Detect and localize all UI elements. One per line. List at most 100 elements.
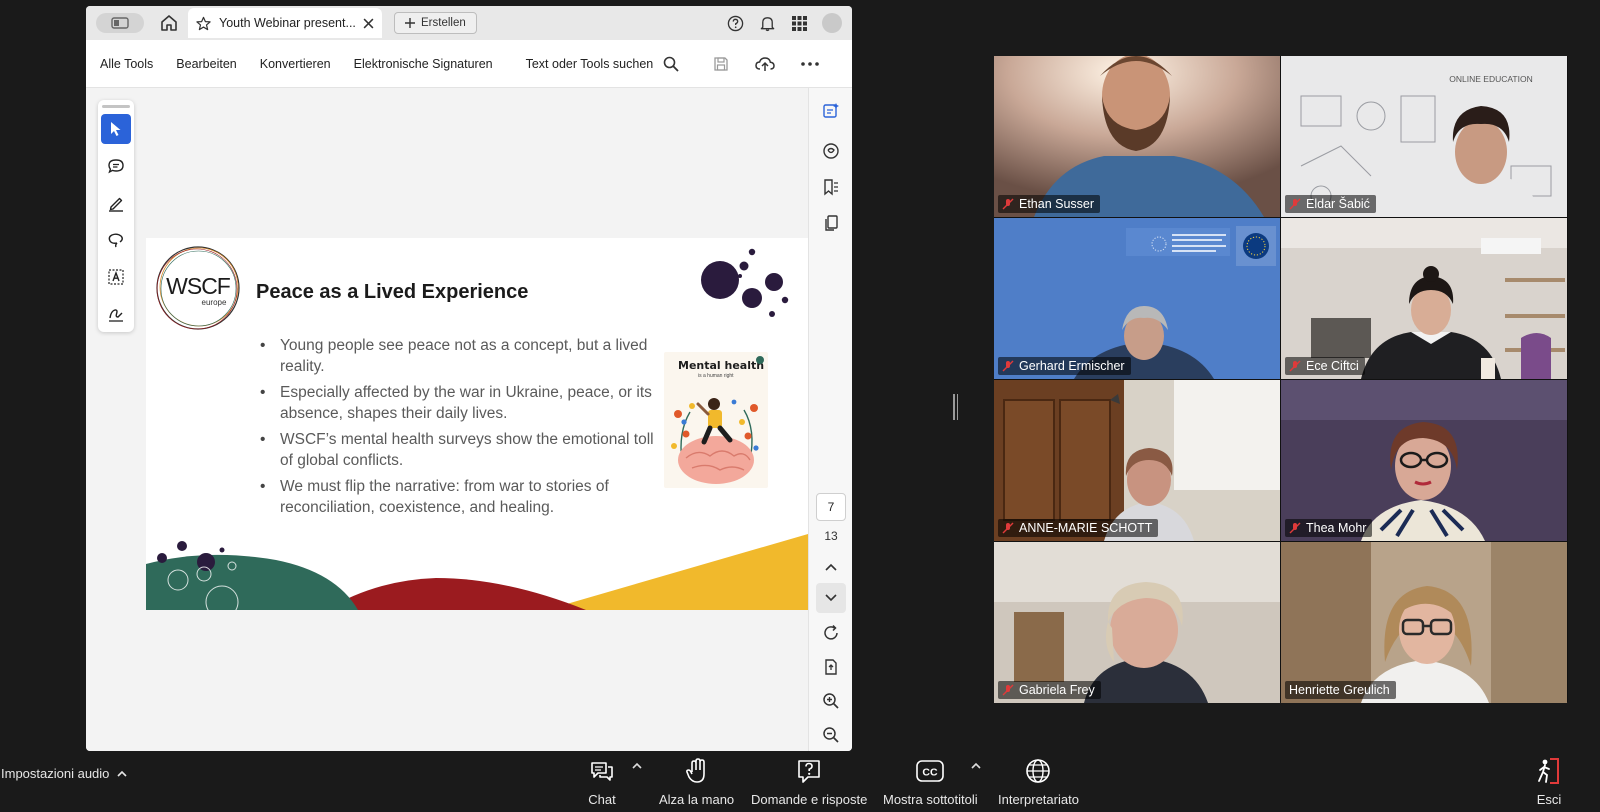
home-button[interactable]: [154, 8, 184, 38]
raise-hand-label: Alza la mano: [659, 792, 735, 807]
window-icon: [111, 17, 129, 29]
zoom-in-button[interactable]: [820, 690, 842, 712]
extract-page-button[interactable]: [820, 656, 842, 678]
zoom-out-button[interactable]: [820, 724, 842, 746]
hand-icon: [685, 758, 705, 783]
highlight-tool[interactable]: [101, 188, 131, 218]
cursor-icon: [111, 122, 121, 136]
menu-all-tools[interactable]: Alle Tools: [100, 57, 153, 71]
slide-title: Peace as a Lived Experience: [256, 281, 529, 303]
rotate-icon: [824, 624, 838, 640]
notifications-button[interactable]: [758, 14, 776, 32]
raise-hand-button[interactable]: Alza la mano: [659, 756, 734, 807]
zoom-in-icon: [823, 693, 839, 709]
save-icon[interactable]: [713, 56, 729, 72]
participant-name-tag: Gabriela Frey: [998, 681, 1101, 699]
participant-tile[interactable]: ONLINE EDUCATION Eldar Šabić: [1281, 56, 1567, 217]
bookmarks-button[interactable]: [820, 176, 842, 198]
create-button[interactable]: Erstellen: [394, 12, 477, 34]
interpretation-label: Interpretariato: [998, 792, 1079, 807]
chevron-up-icon: [632, 762, 642, 769]
select-tool[interactable]: [101, 114, 131, 144]
more-icon[interactable]: [801, 61, 820, 66]
bullet-item: Young people see peace not as a concept,…: [260, 336, 658, 377]
close-icon[interactable]: [363, 18, 374, 29]
window-switch-button[interactable]: [96, 13, 144, 33]
page-export-icon: [825, 659, 837, 675]
participant-tile[interactable]: Ethan Susser: [994, 56, 1280, 217]
mic-muted-icon: [1289, 360, 1301, 372]
text-tool[interactable]: [101, 262, 131, 292]
bullet-item: Especially affected by the war in Ukrain…: [260, 383, 658, 424]
page-thumbnails-button[interactable]: [820, 212, 842, 234]
tab-title: Youth Webinar present...: [219, 16, 355, 30]
bookmark-icon: [824, 179, 838, 196]
participant-name-tag: Gerhard Ermischer: [998, 357, 1131, 375]
comment-tool[interactable]: [101, 151, 131, 181]
document-canvas[interactable]: WSCF europe Peace as a Lived Experience: [86, 88, 808, 751]
help-button[interactable]: [726, 14, 744, 32]
mic-muted-icon: [1002, 360, 1014, 372]
participant-name: Gabriela Frey: [1019, 683, 1095, 697]
total-pages: 13: [824, 529, 838, 543]
participant-tile[interactable]: ANNE-MARIE SCHOTT: [994, 380, 1280, 541]
rotate-button[interactable]: [820, 622, 842, 644]
draw-tool[interactable]: [101, 225, 131, 255]
chat-icon: [591, 762, 613, 781]
menu-edit[interactable]: Bearbeiten: [176, 57, 236, 71]
participant-video: [994, 218, 1280, 379]
participant-name-tag: Eldar Šabić: [1285, 195, 1376, 213]
bullet-item: WSCF’s mental health surveys show the em…: [260, 430, 658, 471]
tab-document[interactable]: Youth Webinar present...: [188, 8, 382, 38]
menu-e-signatures[interactable]: Elektronische Signaturen: [354, 57, 493, 71]
comments-panel-button[interactable]: [820, 140, 842, 162]
bell-icon: [760, 16, 774, 31]
participant-tile[interactable]: Gabriela Frey: [994, 542, 1280, 703]
text-box-icon: [108, 269, 124, 285]
toolbar-drag-handle[interactable]: [102, 105, 130, 108]
interpretation-button[interactable]: Interpretariato: [998, 756, 1079, 807]
audio-settings-label: Impostazioni audio: [1, 766, 110, 781]
leave-button[interactable]: Esci: [1534, 756, 1564, 807]
menu-convert[interactable]: Konvertieren: [260, 57, 331, 71]
captions-button[interactable]: CC Mostra sottotitoli: [883, 756, 978, 807]
pages-icon: [825, 215, 838, 231]
mic-muted-icon: [1002, 198, 1014, 210]
sign-tool[interactable]: [101, 299, 131, 329]
split-divider-handle[interactable]: [953, 394, 959, 420]
svg-text:CC: CC: [923, 767, 939, 779]
tools-search[interactable]: Text oder Tools suchen: [526, 56, 680, 72]
participant-tile[interactable]: Gerhard Ermischer: [994, 218, 1280, 379]
captions-options-caret[interactable]: [971, 758, 981, 772]
mental-health-illustration: Mental health is a human right: [664, 352, 768, 488]
right-side-rail: 7 13: [808, 88, 852, 751]
participant-tile-active-speaker[interactable]: Henriette Greulich: [1281, 542, 1567, 703]
signature-icon: [109, 309, 123, 322]
chat-options-caret[interactable]: [632, 758, 642, 772]
home-icon: [161, 15, 177, 31]
ai-assistant-button[interactable]: [820, 100, 842, 122]
chat-button[interactable]: Chat: [587, 756, 617, 807]
next-page-button-glyph[interactable]: [820, 587, 842, 609]
mic-muted-icon: [1289, 198, 1301, 210]
plus-icon: [405, 18, 415, 28]
audio-settings-button[interactable]: Impostazioni audio: [1, 766, 127, 781]
previous-page-button[interactable]: [820, 556, 842, 578]
participant-name-tag: Thea Mohr: [1285, 519, 1373, 537]
participant-video: [1281, 380, 1567, 541]
cloud-upload-icon[interactable]: [755, 56, 775, 72]
participant-tile[interactable]: Ece Ciftci: [1281, 218, 1567, 379]
participant-video: [994, 542, 1280, 703]
qa-button[interactable]: Domande e risposte: [751, 756, 867, 807]
chevron-up-icon: [825, 563, 837, 571]
mic-muted-icon: [1289, 522, 1301, 534]
globe-icon: [1026, 759, 1051, 783]
apps-button[interactable]: [790, 14, 808, 32]
star-icon[interactable]: [196, 16, 211, 31]
pen-icon: [109, 197, 123, 212]
account-avatar[interactable]: [822, 13, 842, 33]
current-page-input[interactable]: 7: [816, 493, 846, 521]
participant-tile[interactable]: Thea Mohr: [1281, 380, 1567, 541]
participant-name: Ethan Susser: [1019, 197, 1095, 211]
mic-muted-icon: [1002, 522, 1014, 534]
